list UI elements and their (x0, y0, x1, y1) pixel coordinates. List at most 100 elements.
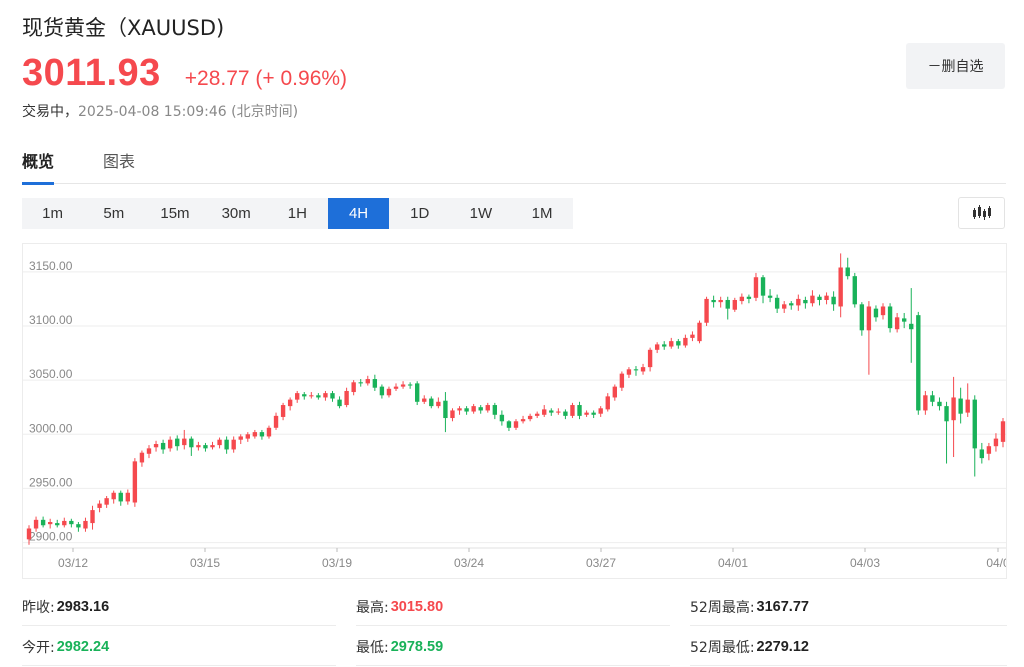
candle-body (97, 503, 102, 508)
timestamp: 2025-04-08 15:09:46 (北京时间) (78, 104, 299, 120)
candle (160, 439, 166, 454)
candle (182, 429, 187, 450)
candle-body (224, 439, 229, 450)
candle (986, 442, 992, 461)
candle (196, 441, 201, 451)
interval-1m[interactable]: 1m (22, 198, 83, 229)
candle (132, 458, 138, 507)
candle-body (838, 267, 843, 307)
candle-body (302, 394, 307, 397)
candle (612, 384, 617, 401)
candle-body (662, 344, 667, 347)
trading-status: 交易中，2025-04-08 15:09:46 (北京时间) (22, 101, 298, 121)
candle-body (944, 406, 949, 422)
candle (464, 406, 469, 415)
candlestick-chart[interactable]: 3150.00 3100.00 3050.00 3000.00 2950.00 2900.… (22, 243, 1007, 579)
interval-5m[interactable]: 5m (83, 198, 144, 229)
candle-body (887, 306, 893, 329)
stat-label: 最高: (356, 599, 389, 616)
candle (549, 408, 554, 416)
tab-overview[interactable]: 概览 (22, 148, 55, 185)
stat-52w-low: 52周最低: 2279.12 (690, 628, 1007, 666)
candle-body (789, 303, 794, 306)
candle (238, 434, 243, 445)
stat-value: 2982.24 (56, 638, 110, 655)
interval-4h[interactable]: 4H (327, 198, 390, 229)
stat-low: 最低: 2978.59 (356, 628, 670, 666)
candle-body (647, 349, 653, 368)
candle-body (760, 277, 766, 296)
x-tick-label: 03/27 (586, 556, 616, 570)
candle (139, 450, 145, 467)
candle-body (295, 393, 300, 400)
stat-value: 3015.80 (390, 598, 444, 615)
candle-body (210, 445, 215, 448)
remove-watchlist-button[interactable]: －删自选 (906, 43, 1005, 89)
candle-body (916, 315, 921, 411)
candle-body (26, 528, 32, 540)
candle (520, 415, 526, 424)
candle (393, 383, 399, 391)
candle (47, 518, 53, 529)
interval-30m[interactable]: 30m (206, 198, 267, 229)
candle-body (880, 306, 886, 316)
candle (563, 409, 568, 420)
candle (654, 342, 660, 354)
stat-52w-high: 52周最高: 3167.77 (690, 588, 1007, 626)
candle-body (436, 401, 441, 407)
candle-body (513, 421, 519, 428)
candle (266, 425, 272, 439)
candle-body (909, 323, 914, 330)
candle (951, 376, 956, 458)
price-change: +28.77 (+ 0.96%) (184, 67, 348, 90)
candle-body (139, 452, 145, 463)
interval-1w[interactable]: 1W (450, 198, 511, 229)
chart-canvas: 3150.00 3100.00 3050.00 3000.00 2950.00 2900.… (23, 253, 1006, 570)
candle-body (951, 397, 956, 421)
candle-body (379, 386, 385, 396)
candlestick-icon (972, 205, 991, 220)
candle (894, 312, 900, 333)
candle-body (485, 405, 490, 411)
stat-value: 3167.77 (756, 598, 809, 615)
tab-chart[interactable]: 图表 (103, 148, 135, 184)
interval-1h[interactable]: 1H (267, 198, 328, 229)
candle-body (330, 393, 335, 399)
candle-body (429, 398, 434, 407)
interval-1d[interactable]: 1D (389, 198, 450, 229)
candle (351, 380, 356, 396)
candle-body (316, 395, 321, 398)
candle (591, 410, 596, 419)
candle (90, 505, 95, 530)
candle (626, 367, 632, 378)
candle (944, 401, 949, 464)
candle-body (859, 304, 865, 331)
candle-body (739, 296, 745, 302)
candle-body (902, 318, 907, 322)
candle-body (824, 295, 829, 300)
candle (845, 257, 850, 280)
candle-body (238, 436, 243, 440)
interval-1mo[interactable]: 1M (512, 198, 573, 229)
stat-label: 52周最高: (690, 599, 755, 616)
candle-body (407, 384, 413, 386)
candle (711, 295, 716, 308)
candle (831, 291, 836, 311)
candle (153, 440, 159, 452)
interval-15m[interactable]: 15m (144, 198, 205, 229)
candle-body (111, 492, 116, 500)
candle (450, 408, 455, 422)
candle-body (83, 520, 88, 529)
chart-type-button[interactable] (958, 197, 1005, 229)
candle (83, 517, 88, 532)
candle (683, 334, 688, 348)
candle-body (492, 405, 498, 415)
x-tick-label: 04/01 (718, 556, 748, 570)
candle-body (690, 334, 695, 338)
stats-row-1: 昨收: 2983.16 最高: 3015.80 52周最高: 3167.77 (22, 588, 1007, 626)
candle (118, 490, 123, 506)
candle-body (104, 498, 109, 505)
candle (478, 405, 483, 414)
candle-body (534, 413, 540, 416)
candle (534, 411, 540, 419)
